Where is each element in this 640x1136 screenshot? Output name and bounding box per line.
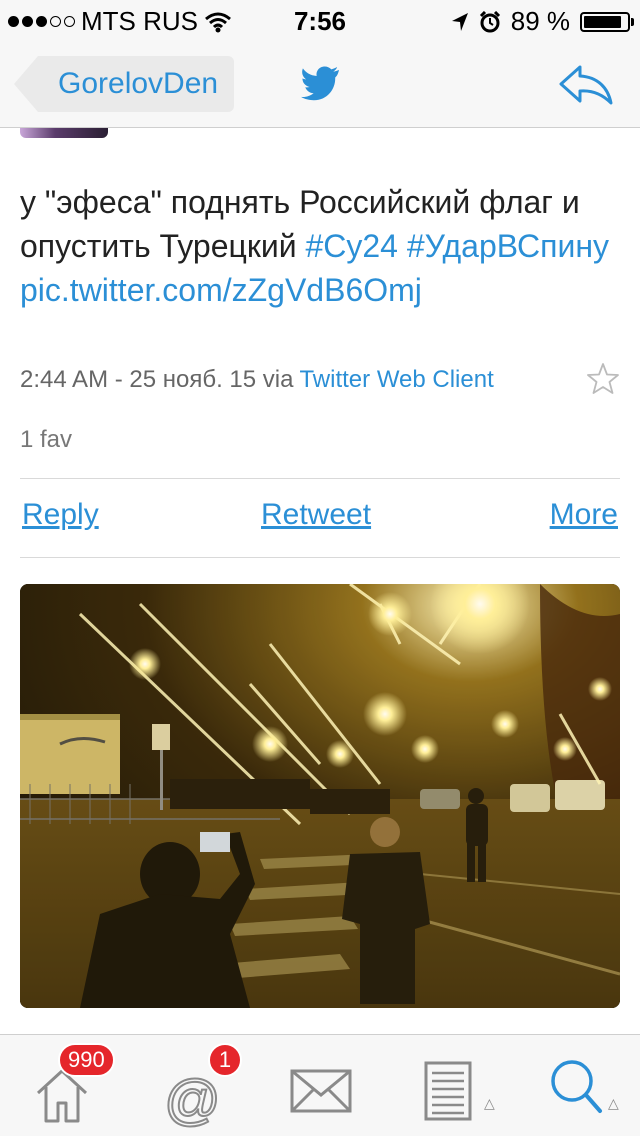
hashtag-link[interactable]: #Cy24 — [305, 228, 398, 264]
favorites-count[interactable]: 1 fav — [20, 426, 72, 454]
tab-lists[interactable]: △ — [420, 1051, 500, 1131]
status-right: 89 % — [451, 6, 634, 37]
triangle-up-icon: △ — [608, 1095, 619, 1111]
alarm-icon — [479, 10, 500, 32]
divider — [20, 478, 620, 479]
tab-search[interactable]: △ — [548, 1051, 628, 1131]
twitter-bird-icon — [301, 66, 339, 101]
svg-text:@: @ — [164, 1068, 221, 1131]
search-icon — [551, 1060, 602, 1113]
back-button-label: GorelovDen — [58, 67, 219, 100]
retweet-button[interactable]: Retweet — [261, 498, 371, 532]
status-bar: MTS RUS 7:56 89 % — [0, 0, 640, 40]
list-icon — [424, 1061, 472, 1121]
envelope-icon — [290, 1069, 352, 1113]
tab-mentions[interactable]: @ 1 — [160, 1043, 242, 1132]
tab-home[interactable]: 990 — [32, 1043, 115, 1131]
tweet-actions: Reply Retweet More — [20, 498, 620, 538]
tab-messages[interactable] — [288, 1051, 368, 1131]
mentions-badge: 1 — [208, 1043, 242, 1077]
battery-percent: 89 % — [510, 6, 570, 36]
favorite-star-icon[interactable] — [586, 362, 620, 396]
reply-button[interactable]: Reply — [22, 498, 99, 532]
avatar — [20, 128, 108, 138]
location-arrow-icon — [451, 12, 468, 31]
tab-bar: 990 @ 1 △ △ — [0, 1034, 640, 1136]
tweet-text: у "эфеса" поднять Российский флаг и опус… — [20, 180, 620, 312]
hashtag-link[interactable]: #УдарВСпину — [407, 228, 609, 264]
back-button[interactable]: GorelovDen — [14, 56, 235, 112]
tweet-meta: 2:44 AM - 25 нояб. 15 via Twitter Web Cl… — [20, 363, 620, 394]
divider — [20, 557, 620, 558]
navigation-bar: GorelovDen — [0, 40, 640, 128]
client-link[interactable]: Twitter Web Client — [299, 366, 493, 394]
tweet-timestamp: 2:44 AM - 25 нояб. 15 via — [20, 366, 294, 393]
media-link[interactable]: pic.twitter.com/zZgVdB6Omj — [20, 272, 422, 308]
battery-icon — [580, 11, 634, 32]
reply-icon[interactable] — [558, 64, 614, 106]
home-badge: 990 — [58, 1043, 115, 1077]
triangle-up-icon: △ — [484, 1095, 495, 1111]
tweet-photo[interactable] — [20, 584, 620, 1008]
more-button[interactable]: More — [550, 498, 618, 532]
